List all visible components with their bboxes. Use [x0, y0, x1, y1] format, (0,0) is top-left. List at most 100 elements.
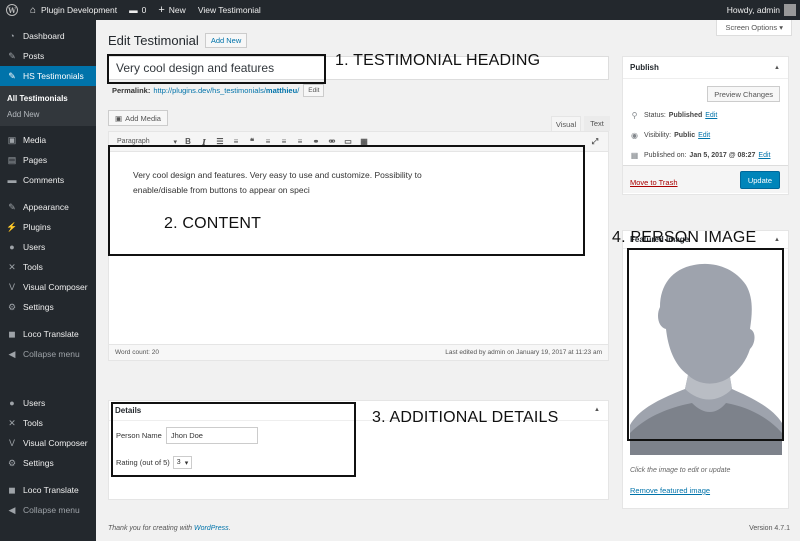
tab-visual[interactable]: Visual [551, 116, 581, 131]
wrench-icon: ✕ [8, 417, 16, 428]
sidebar-item-plugins[interactable]: ⚡ Plugins [0, 217, 96, 237]
annotation-label-details: 3. ADDITIONAL DETAILS [372, 409, 559, 426]
comments-count: 0 [141, 5, 147, 15]
visibility-edit-link[interactable]: Edit [698, 132, 710, 139]
collapse-icon: ◀ [8, 348, 16, 359]
remove-featured-image-link[interactable]: Remove featured image [630, 486, 710, 495]
tab-text[interactable]: Text [584, 116, 610, 131]
visual-composer-icon: V [8, 282, 15, 292]
sidebar-item-visual-composer[interactable]: V Visual Composer [0, 277, 96, 297]
sidebar-item-label: Tools [23, 418, 43, 428]
submenu-add-new[interactable]: Add New [0, 106, 96, 122]
status-value: Published [668, 112, 703, 119]
sidebar-item-users[interactable]: ● Users [0, 393, 96, 413]
annotation-box-content [108, 145, 585, 256]
published-edit-link[interactable]: Edit [758, 152, 770, 159]
wordpress-logo-icon: W [6, 4, 18, 16]
footer-version: Version 4.7.1 [749, 525, 790, 532]
sidebar-item-visual-composer[interactable]: V Visual Composer [0, 433, 96, 453]
site-name-link[interactable]: ⌂ Plugin Development [24, 0, 123, 20]
visibility-row: ◉ Visibility: Public Edit [630, 131, 710, 140]
sidebar-item-label: Dashboard [23, 31, 65, 41]
settings-icon: ⚙ [7, 457, 17, 468]
account-menu[interactable]: Howdy, admin [721, 0, 800, 20]
move-to-trash-link[interactable]: Move to Trash [630, 178, 678, 187]
view-testimonial-link[interactable]: View Testimonial [192, 0, 267, 20]
published-row: ▦ Published on: Jan 5, 2017 @ 08:27 Edit [630, 151, 771, 160]
sidebar-item-collapse-menu[interactable]: ◀ Collapse menu [0, 344, 96, 364]
toggle-arrow-icon[interactable]: ▲ [774, 65, 780, 71]
permalink-row: Permalink: http://plugins.dev/hs_testimo… [112, 84, 325, 97]
annotation-label-image: 4. PERSON IMAGE [612, 229, 757, 246]
sidebar-item-collapse-menu[interactable]: ◀ Collapse menu [0, 500, 96, 520]
collapse-icon: ◀ [8, 504, 16, 515]
sidebar-item-label: Collapse menu [23, 349, 80, 359]
hs-testimonials-submenu: All Testimonials Add New [0, 86, 96, 126]
add-new-button[interactable]: Add New [204, 33, 248, 48]
footer-thanks: Thank you for creating with WordPress. [108, 525, 231, 532]
sidebar-item-loco-translate[interactable]: ◼ Loco Translate [0, 480, 96, 500]
sidebar-item-settings[interactable]: ⚙ Settings [0, 297, 96, 317]
translate-icon: ◼ [8, 484, 16, 495]
word-count: Word count: 20 [115, 349, 159, 356]
sidebar-item-label: Loco Translate [23, 329, 79, 339]
sidebar-item-tools[interactable]: ✕ Tools [0, 257, 96, 277]
dashboard-icon: ◔ [9, 31, 15, 41]
comment-icon: ▬ [129, 5, 138, 15]
page-icon: ▤ [7, 154, 17, 165]
add-media-label: Add Media [125, 113, 161, 123]
sidebar-item-settings[interactable]: ⚙ Settings [0, 453, 96, 473]
sidebar-item-tools[interactable]: ✕ Tools [0, 413, 96, 433]
sidebar-item-loco-translate[interactable]: ◼ Loco Translate [0, 324, 96, 344]
sidebar-item-media[interactable]: ▣ Media [0, 130, 96, 150]
sidebar-item-appearance[interactable]: ✎ Appearance [0, 197, 96, 217]
sidebar-item-users[interactable]: ● Users [0, 237, 96, 257]
sidebar-item-pages[interactable]: ▤ Pages [0, 150, 96, 170]
permalink-edit-button[interactable]: Edit [303, 84, 325, 97]
fullscreen-icon[interactable]: ⤢ [588, 135, 602, 149]
sidebar-item-label: Visual Composer [23, 282, 88, 292]
translate-icon: ◼ [8, 328, 16, 339]
update-button[interactable]: Update [739, 171, 780, 189]
visual-composer-icon: V [8, 438, 15, 448]
comments-link[interactable]: ▬ 0 [123, 0, 152, 20]
sidebar-item-dashboard[interactable]: ◔ Dashboard [0, 26, 96, 46]
publish-metabox: Publish ▲ Preview Changes ⚲ Status: Publ… [622, 56, 789, 195]
users-icon: ● [9, 398, 15, 408]
status-row: ⚲ Status: Published Edit [630, 111, 718, 120]
submenu-all-testimonials[interactable]: All Testimonials [0, 90, 96, 106]
screen-options-button[interactable]: Screen Options ▾ [716, 20, 792, 36]
permalink-label: Permalink: [112, 86, 151, 95]
published-label: Published on: [644, 152, 687, 159]
sidebar-item-label: Posts [23, 51, 45, 61]
publish-heading[interactable]: Publish ▲ [623, 57, 788, 79]
last-edited: Last edited by admin on January 19, 2017… [445, 349, 602, 356]
sidebar-item-comments[interactable]: ▬ Comments [0, 170, 96, 190]
sidebar-item-label: Loco Translate [23, 485, 79, 495]
published-value: Jan 5, 2017 @ 08:27 [689, 152, 756, 159]
toggle-arrow-icon[interactable]: ▲ [594, 407, 600, 413]
add-media-button[interactable]: ▣ Add Media [108, 110, 168, 126]
status-edit-link[interactable]: Edit [705, 112, 717, 119]
sidebar-item-posts[interactable]: ✎ Posts [0, 46, 96, 66]
admin-sidebar: ◔ Dashboard ✎ Posts ✎ HS Testimonials All Tes… [0, 20, 96, 541]
sidebar-item-label: Plugins [23, 222, 51, 232]
sidebar-item-label: Visual Composer [23, 438, 88, 448]
wordpress-logo-menu[interactable]: W [0, 0, 24, 20]
wordpress-link[interactable]: WordPress [194, 525, 229, 532]
toggle-arrow-icon[interactable]: ▲ [774, 237, 780, 243]
plus-icon: + [158, 4, 165, 16]
sidebar-item-hs-testimonials[interactable]: ✎ HS Testimonials [0, 66, 96, 86]
permalink-base: http://plugins.dev/hs_testimonials/ [153, 86, 266, 95]
permalink-link[interactable]: http://plugins.dev/hs_testimonials/matth… [153, 86, 299, 95]
sidebar-item-label: Users [23, 398, 46, 408]
new-content-link[interactable]: + New [152, 0, 191, 20]
preview-changes-button[interactable]: Preview Changes [707, 86, 780, 102]
sidebar-item-label: Pages [23, 155, 48, 165]
visibility-value: Public [674, 132, 696, 139]
wrench-icon: ✕ [8, 261, 16, 272]
sidebar-item-label: Settings [23, 458, 54, 468]
admin-bar: W ⌂ Plugin Development ▬ 0 + New View Te… [0, 0, 800, 20]
users-icon: ● [9, 242, 15, 252]
annotation-box-image [627, 248, 784, 441]
